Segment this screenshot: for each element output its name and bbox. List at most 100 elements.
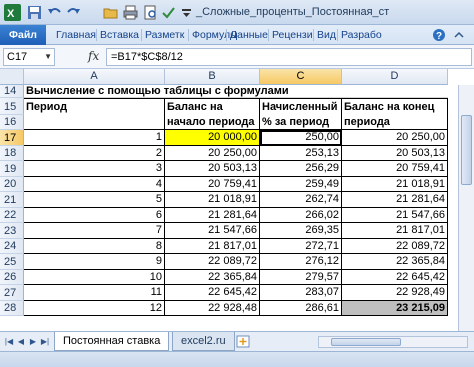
tab-developer[interactable]: Разрабо	[338, 27, 385, 45]
cell-end-balance[interactable]: 21 547,66	[342, 208, 448, 223]
column-header-a[interactable]: A	[24, 69, 165, 85]
cell-start-balance[interactable]: 20 503,13	[165, 161, 260, 177]
folder-icon[interactable]	[102, 4, 119, 21]
tab-insert[interactable]: Вставка	[97, 27, 142, 45]
row-header[interactable]: 25	[0, 254, 24, 270]
cell-end-balance[interactable]: 22 365,84	[342, 254, 448, 270]
fx-icon[interactable]: fx	[88, 49, 99, 63]
cell-start-balance[interactable]: 21 281,64	[165, 208, 260, 223]
cell-period[interactable]: 2	[24, 146, 165, 161]
cell-end-balance[interactable]: 21 817,01	[342, 223, 448, 239]
last-sheet-icon[interactable]: ▶|	[40, 336, 50, 347]
row-header[interactable]: 16	[0, 115, 24, 130]
cell-interest[interactable]: 266,02	[260, 208, 342, 223]
minimize-ribbon-icon[interactable]	[452, 28, 466, 45]
cell-start-balance[interactable]: 21 547,66	[165, 223, 260, 239]
row-header[interactable]: 22	[0, 208, 24, 223]
excel-icon[interactable]: X	[4, 4, 21, 21]
cell-end-balance[interactable]: 20 250,00	[342, 130, 448, 146]
cell-end-balance[interactable]: 23 215,09	[342, 301, 448, 316]
row-header[interactable]: 21	[0, 192, 24, 208]
row-header[interactable]: 20	[0, 177, 24, 192]
cell-period[interactable]: 11	[24, 285, 165, 301]
cell-period[interactable]: 5	[24, 192, 165, 208]
column-header-d[interactable]: D	[342, 69, 448, 85]
cell-start-balance[interactable]: 22 089,72	[165, 254, 260, 270]
row-header[interactable]: 14	[0, 85, 24, 98]
row-header[interactable]: 19	[0, 161, 24, 177]
cell-period[interactable]: 12	[24, 301, 165, 316]
cell-end-balance[interactable]: 20 759,41	[342, 161, 448, 177]
cell-interest[interactable]: 272,71	[260, 239, 342, 254]
check-icon[interactable]	[160, 4, 177, 21]
print-icon[interactable]	[122, 4, 139, 21]
cell-end-balance[interactable]: 22 089,72	[342, 239, 448, 254]
cell-period[interactable]: 6	[24, 208, 165, 223]
cell-period[interactable]: 10	[24, 270, 165, 285]
tab-file[interactable]: Файл	[0, 25, 46, 45]
cell-interest[interactable]: 256,29	[260, 161, 342, 177]
cell-interest[interactable]: 262,74	[260, 192, 342, 208]
undo-icon[interactable]	[46, 4, 63, 21]
cell-start-balance[interactable]: 20 250,00	[165, 146, 260, 161]
scroll-thumb[interactable]	[461, 115, 472, 185]
row-header[interactable]: 15	[0, 98, 24, 115]
tab-page-layout[interactable]: Разметк	[142, 27, 187, 45]
row-header[interactable]: 28	[0, 301, 24, 316]
cell-start-balance[interactable]: 22 645,42	[165, 285, 260, 301]
column-header-c[interactable]: C	[260, 69, 342, 85]
tab-data[interactable]: Данные	[227, 27, 271, 45]
name-box[interactable]: C17 ▼	[3, 48, 55, 66]
cell-interest[interactable]: 259,49	[260, 177, 342, 192]
horizontal-scrollbar[interactable]	[318, 336, 468, 348]
header-start-balance[interactable]: Баланс на начало периода	[165, 98, 260, 130]
first-sheet-icon[interactable]: |◀	[4, 336, 14, 347]
scroll-thumb[interactable]	[331, 338, 401, 346]
redo-icon[interactable]	[65, 4, 82, 21]
tab-review[interactable]: Рецензи	[269, 27, 316, 45]
row-header[interactable]: 26	[0, 270, 24, 285]
cell-interest[interactable]: 253,13	[260, 146, 342, 161]
tab-home[interactable]: Главная	[53, 27, 99, 45]
customize-icon[interactable]	[178, 4, 195, 21]
header-end-balance[interactable]: Баланс на конец периода	[342, 98, 448, 130]
cell-period[interactable]: 7	[24, 223, 165, 239]
cell-end-balance[interactable]: 20 503,13	[342, 146, 448, 161]
cell-period[interactable]: 1	[24, 130, 165, 146]
vertical-scrollbar[interactable]	[458, 85, 474, 331]
cell-start-balance[interactable]: 22 365,84	[165, 270, 260, 285]
next-sheet-icon[interactable]: ▶	[28, 336, 38, 347]
cell-start-balance[interactable]: 20 000,00	[165, 130, 260, 146]
save-icon[interactable]	[26, 4, 43, 21]
row-header[interactable]: 23	[0, 223, 24, 239]
row-header[interactable]: 17	[0, 130, 24, 146]
cell-start-balance[interactable]: 20 759,41	[165, 177, 260, 192]
cell-end-balance[interactable]: 21 281,64	[342, 192, 448, 208]
cell-period[interactable]: 9	[24, 254, 165, 270]
header-interest[interactable]: Начисленный % за период	[260, 98, 342, 130]
sheet-tab[interactable]: excel2.ru	[172, 332, 235, 351]
cell-period[interactable]: 8	[24, 239, 165, 254]
cell-start-balance[interactable]: 22 928,48	[165, 301, 260, 316]
cell-period[interactable]: 4	[24, 177, 165, 192]
row-header[interactable]: 27	[0, 285, 24, 301]
cell-interest[interactable]: 283,07	[260, 285, 342, 301]
cell-interest[interactable]: 250,00	[260, 130, 342, 146]
cell-period[interactable]: 3	[24, 161, 165, 177]
table-title[interactable]: Вычисление с помощью таблицы с формулами	[24, 85, 448, 98]
cell-start-balance[interactable]: 21 817,01	[165, 239, 260, 254]
row-header[interactable]: 18	[0, 146, 24, 161]
header-period[interactable]: Период	[24, 98, 165, 130]
cell-end-balance[interactable]: 21 018,91	[342, 177, 448, 192]
preview-icon[interactable]	[142, 4, 159, 21]
chevron-down-icon[interactable]: ▼	[44, 49, 52, 65]
cell-end-balance[interactable]: 22 645,42	[342, 270, 448, 285]
cell-start-balance[interactable]: 21 018,91	[165, 192, 260, 208]
insert-sheet-icon[interactable]	[236, 335, 250, 351]
row-header[interactable]: 24	[0, 239, 24, 254]
help-icon[interactable]: ?	[432, 28, 446, 45]
column-header-b[interactable]: B	[165, 69, 260, 85]
formula-input[interactable]: =B17*$C$8/12	[106, 48, 472, 66]
cell-interest[interactable]: 269,35	[260, 223, 342, 239]
cell-interest[interactable]: 279,57	[260, 270, 342, 285]
